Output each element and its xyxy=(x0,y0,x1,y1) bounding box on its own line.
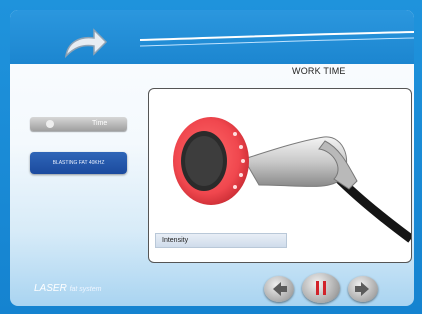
pause-icon xyxy=(316,281,326,295)
brand-logo: LASER fat system xyxy=(34,283,101,294)
brand-sub: fat system xyxy=(69,286,102,293)
time-button-label: Time xyxy=(92,120,108,127)
back-button[interactable] xyxy=(60,26,110,62)
pause-button[interactable] xyxy=(302,273,340,303)
work-time-label: WORK TIME xyxy=(292,66,346,76)
top-bar xyxy=(10,10,414,64)
previous-button[interactable] xyxy=(264,276,294,302)
back-arrow-icon xyxy=(64,28,108,59)
screen-frame: WORK TIME Time BLASTING FAT 40KHZ Intens… xyxy=(0,0,422,314)
right-arrow-icon xyxy=(355,282,369,296)
mode-button[interactable]: BLASTING FAT 40KHZ xyxy=(30,152,127,174)
time-button[interactable]: Time xyxy=(30,117,127,131)
brand-main: LASER xyxy=(34,283,67,294)
clock-icon xyxy=(46,120,54,128)
next-button[interactable] xyxy=(348,276,378,302)
intensity-label: Intensity xyxy=(155,233,287,248)
left-arrow-icon xyxy=(273,282,287,296)
